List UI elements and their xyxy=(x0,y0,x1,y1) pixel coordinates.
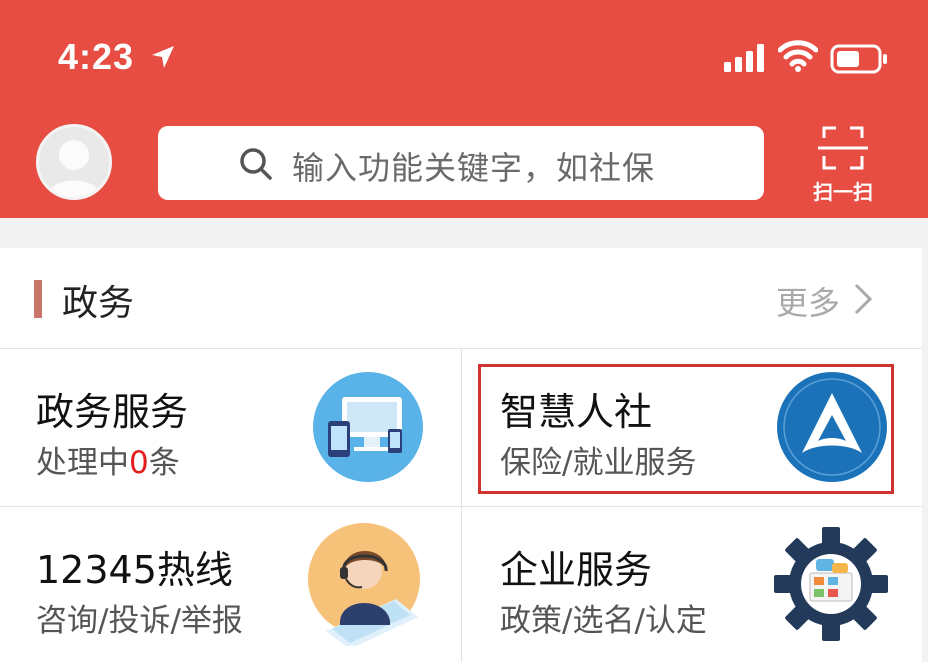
app-header: 4:23 输入功能关键字，如社保 扫一扫 xyxy=(0,0,928,218)
status-time: 4:23 xyxy=(58,36,135,77)
location-arrow-icon xyxy=(152,46,174,68)
tile-title: 12345热线 xyxy=(36,548,233,592)
section-title: 政务 xyxy=(62,283,135,324)
tile-subtitle: 咨询/投诉/举报 xyxy=(36,603,243,639)
cellular-signal-icon xyxy=(724,44,764,72)
avatar[interactable] xyxy=(36,124,112,200)
tile-enterprise-services[interactable]: 企业服务 政策/选名/认定 xyxy=(462,507,922,662)
more-link[interactable]: 更多 xyxy=(776,278,840,324)
tile-title: 企业服务 xyxy=(500,548,653,592)
spacer xyxy=(0,218,928,248)
search-icon xyxy=(240,148,272,180)
tile-subtitle: 处理中0条 xyxy=(36,437,180,482)
highlight-frame xyxy=(478,364,894,494)
user-silhouette-icon xyxy=(47,140,101,197)
battery-icon xyxy=(830,44,887,74)
search-input[interactable]: 输入功能关键字，如社保 xyxy=(158,126,764,200)
search-placeholder: 输入功能关键字，如社保 xyxy=(292,149,656,187)
scan-button[interactable]: 扫一扫 xyxy=(806,124,880,208)
scan-label: 扫一扫 xyxy=(813,180,873,204)
chevron-right-icon[interactable] xyxy=(850,282,874,316)
gear-icon xyxy=(774,527,888,641)
tile-government-services[interactable]: 政务服务 处理中0条 xyxy=(0,349,460,505)
section-accent-bar xyxy=(34,280,42,318)
wifi-icon xyxy=(778,40,818,72)
customer-service-icon xyxy=(308,523,420,646)
tile-title: 政务服务 xyxy=(36,390,189,434)
tile-subtitle: 政策/选名/认定 xyxy=(500,603,707,639)
scan-icon xyxy=(818,126,868,170)
tile-hotline-12345[interactable]: 12345热线 咨询/投诉/举报 xyxy=(0,507,460,662)
pending-count: 0 xyxy=(129,445,149,481)
subtitle-suffix: 条 xyxy=(148,445,180,481)
devices-icon xyxy=(313,372,423,482)
subtitle-prefix: 处理中 xyxy=(36,445,129,481)
